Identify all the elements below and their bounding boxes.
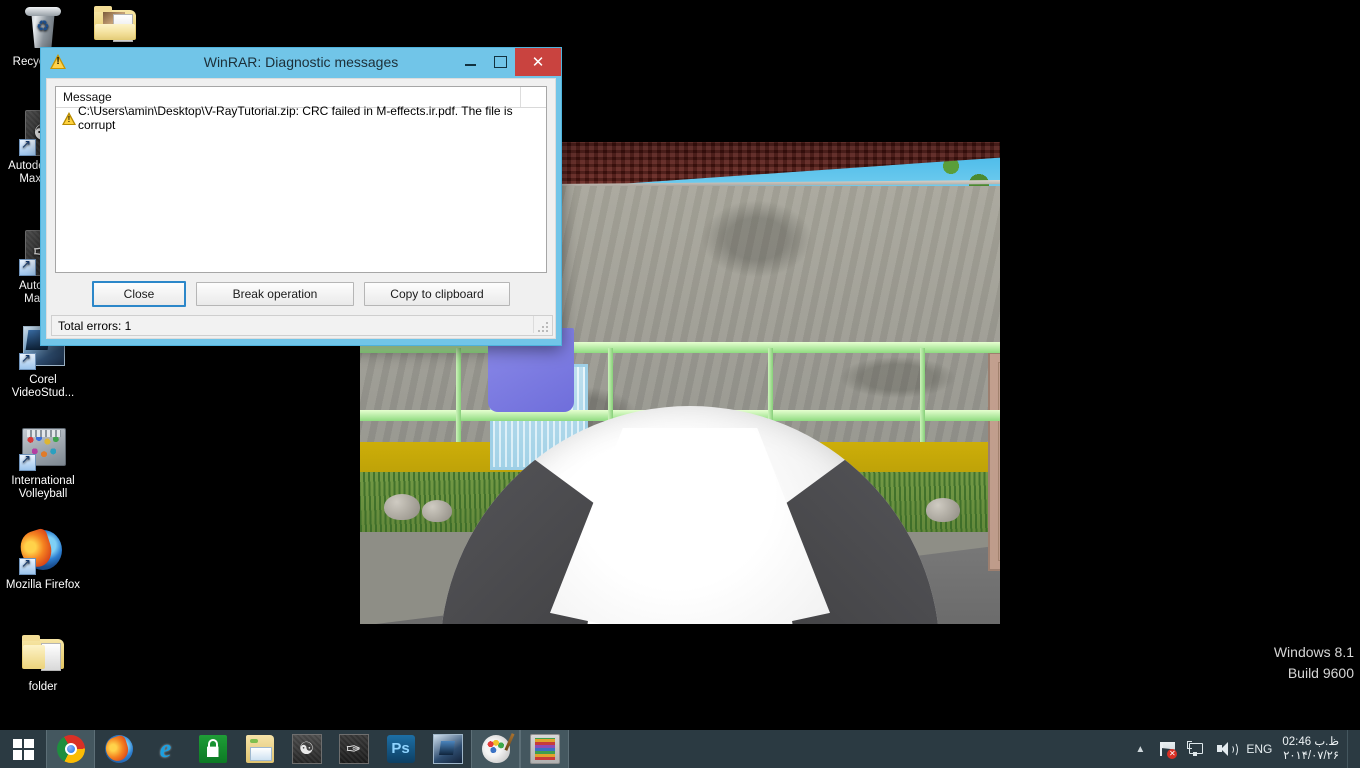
folder-icon: [19, 629, 67, 677]
windows-activation-watermark: Windows 8.1 Build 9600: [1274, 642, 1354, 684]
recycle-bin-icon: ♻: [19, 4, 67, 52]
network-button[interactable]: [1181, 730, 1210, 768]
desktop-icon-label: Mozilla Firefox: [5, 579, 81, 591]
desktop-icon-folder[interactable]: folder: [0, 629, 86, 694]
taskbar-maya[interactable]: ✑: [330, 730, 377, 768]
maya-icon: ✑: [338, 734, 369, 764]
dialog-body: Message ! C:\Users\amin\Desktop\V-RayTut…: [46, 78, 556, 339]
taskbar-internet-explorer[interactable]: e: [142, 730, 189, 768]
status-divider: [533, 316, 534, 333]
watermark-line-1: Windows 8.1: [1273, 644, 1354, 660]
start-button[interactable]: [0, 730, 46, 768]
dialog-buttons: Close Break operation Copy to clipboard: [47, 278, 555, 310]
close-button[interactable]: ✕: [515, 48, 561, 76]
network-icon: [1187, 741, 1204, 757]
taskbar-file-explorer[interactable]: [236, 730, 283, 768]
taskbar-photoshop[interactable]: Ps: [377, 730, 424, 768]
show-hidden-icons-button[interactable]: ▲: [1127, 744, 1153, 755]
dialog-titlebar[interactable]: WinRAR: Diagnostic messages ✕: [41, 48, 561, 76]
international-volleyball-icon: [19, 423, 67, 471]
message-row[interactable]: ! C:\Users\amin\Desktop\V-RayTutorial.zi…: [56, 104, 546, 132]
minimize-button[interactable]: [455, 48, 485, 76]
desktop-icon-pictures-folder[interactable]: [72, 0, 158, 52]
paint-icon: [481, 735, 510, 763]
taskbar-store[interactable]: [189, 730, 236, 768]
system-tray: ▲ ✕ ENG 02:46 ظ.ب ۲۰۱۴/۰۷/۲۶: [1127, 730, 1360, 768]
rail-post: [456, 348, 461, 442]
firefox-icon: [104, 735, 133, 763]
show-desktop-button[interactable]: [1347, 730, 1356, 768]
3ds-max-icon: ☯: [291, 734, 322, 764]
taskbar-3ds-max[interactable]: ☯: [283, 730, 330, 768]
chrome-icon: [56, 735, 85, 763]
taskbar-firefox[interactable]: [95, 730, 142, 768]
resize-grip[interactable]: [537, 321, 549, 333]
file-explorer-icon: [245, 735, 274, 763]
taskbar-chrome[interactable]: [46, 730, 95, 768]
window-controls: ✕: [455, 48, 561, 76]
desktop-icon-label: folder: [28, 681, 58, 693]
messages-list[interactable]: Message ! C:\Users\amin\Desktop\V-RayTut…: [55, 86, 547, 273]
winrar-icon: [529, 734, 560, 764]
desktop-icon-mozilla-firefox[interactable]: Mozilla Firefox: [0, 527, 86, 592]
windows-logo-icon: [12, 738, 34, 760]
screen: ♻ Recycle Bin ☯ Autodesk 3ds Max 20...: [0, 0, 1360, 768]
firefox-icon: [16, 527, 67, 575]
taskbar-corel[interactable]: [424, 730, 471, 768]
language-indicator[interactable]: ENG: [1240, 730, 1278, 768]
clock-time: 02:46 ظ.ب: [1282, 736, 1339, 748]
rail-post: [920, 348, 925, 442]
taskbar[interactable]: e ☯ ✑ Ps ▲ ✕ ENG 02:46 ظ.ب ۲۰۱۴/۰۷/۲۶: [0, 730, 1360, 768]
door: [988, 352, 1000, 571]
maya-glyph: ✑: [345, 738, 362, 759]
break-operation-button[interactable]: Break operation: [196, 282, 354, 306]
rock: [384, 494, 420, 520]
maximize-button[interactable]: [485, 48, 515, 76]
close-dialog-button[interactable]: Close: [92, 281, 186, 307]
desktop-icon-international-volleyball[interactable]: International Volleyball: [0, 423, 86, 501]
pictures-folder-icon: [91, 0, 139, 48]
warning-triangle-icon: !: [62, 111, 76, 125]
flag-icon: ✕: [1159, 741, 1178, 759]
winrar-diagnostic-messages-dialog[interactable]: WinRAR: Diagnostic messages ✕ Message ! …: [40, 47, 562, 346]
photoshop-icon: Ps: [386, 735, 415, 763]
clock[interactable]: 02:46 ظ.ب ۲۰۱۴/۰۷/۲۶: [1278, 730, 1347, 768]
column-header-message[interactable]: Message: [63, 90, 112, 104]
copy-to-clipboard-button[interactable]: Copy to clipboard: [364, 282, 510, 306]
clock-date: ۲۰۱۴/۰۷/۲۶: [1283, 750, 1339, 762]
taskbar-paint[interactable]: [471, 730, 520, 768]
desktop-icon-label: Corel VideoStud...: [11, 374, 75, 399]
3ds-max-glyph: ☯: [298, 739, 315, 758]
volume-button[interactable]: [1210, 730, 1240, 768]
internet-explorer-icon: e: [159, 734, 172, 763]
desktop-icon-label: International Volleyball: [11, 475, 75, 500]
message-text: C:\Users\amin\Desktop\V-RayTutorial.zip:…: [78, 104, 513, 132]
action-center-button[interactable]: ✕: [1153, 730, 1181, 768]
store-icon: [198, 735, 227, 763]
volume-icon: [1216, 741, 1239, 757]
warning-triangle-icon: [49, 53, 67, 70]
corel-icon: [432, 734, 463, 764]
taskbar-items: e ☯ ✑ Ps: [46, 730, 569, 768]
dialog-statusbar: Total errors: 1: [51, 315, 553, 336]
total-errors-text: Total errors: 1: [58, 318, 132, 333]
watermark-line-2: Build 9600: [1287, 665, 1354, 681]
taskbar-winrar[interactable]: [520, 730, 569, 768]
